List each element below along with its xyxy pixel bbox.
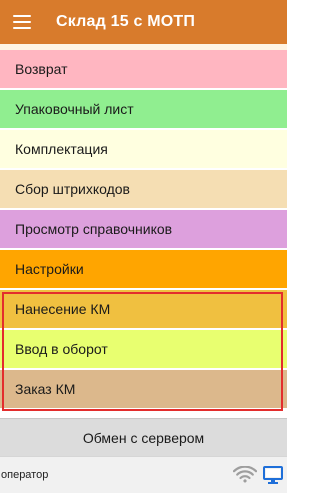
app-title: Склад 15 с МОТП [56, 13, 196, 30]
main-menu: Возврат Упаковочный лист Комплектация Сб… [0, 50, 287, 410]
hamburger-menu-icon[interactable] [13, 15, 31, 29]
app-bar: Склад 15 с МОТП [0, 0, 287, 44]
menu-item-barcode-collection[interactable]: Сбор штрихкодов [0, 170, 287, 208]
menu-item-picking[interactable]: Комплектация [0, 130, 287, 168]
menu-item-km-marking[interactable]: Нанесение КМ [0, 290, 287, 328]
wifi-icon [233, 466, 257, 483]
menu-item-reference-viewer[interactable]: Просмотр справочников [0, 210, 287, 248]
menu-item-put-into-circulation[interactable]: Ввод в оборот [0, 330, 287, 368]
menu-item-settings[interactable]: Настройки [0, 250, 287, 288]
current-user: оператор [1, 469, 49, 481]
monitor-icon [263, 466, 283, 484]
menu-item-packing-list[interactable]: Упаковочный лист [0, 90, 287, 128]
status-bar: оператор [0, 456, 287, 493]
sync-server-button[interactable]: Обмен с сервером [0, 418, 287, 456]
menu-item-km-order[interactable]: Заказ КМ [0, 370, 287, 408]
menu-item-return[interactable]: Возврат [0, 50, 287, 88]
